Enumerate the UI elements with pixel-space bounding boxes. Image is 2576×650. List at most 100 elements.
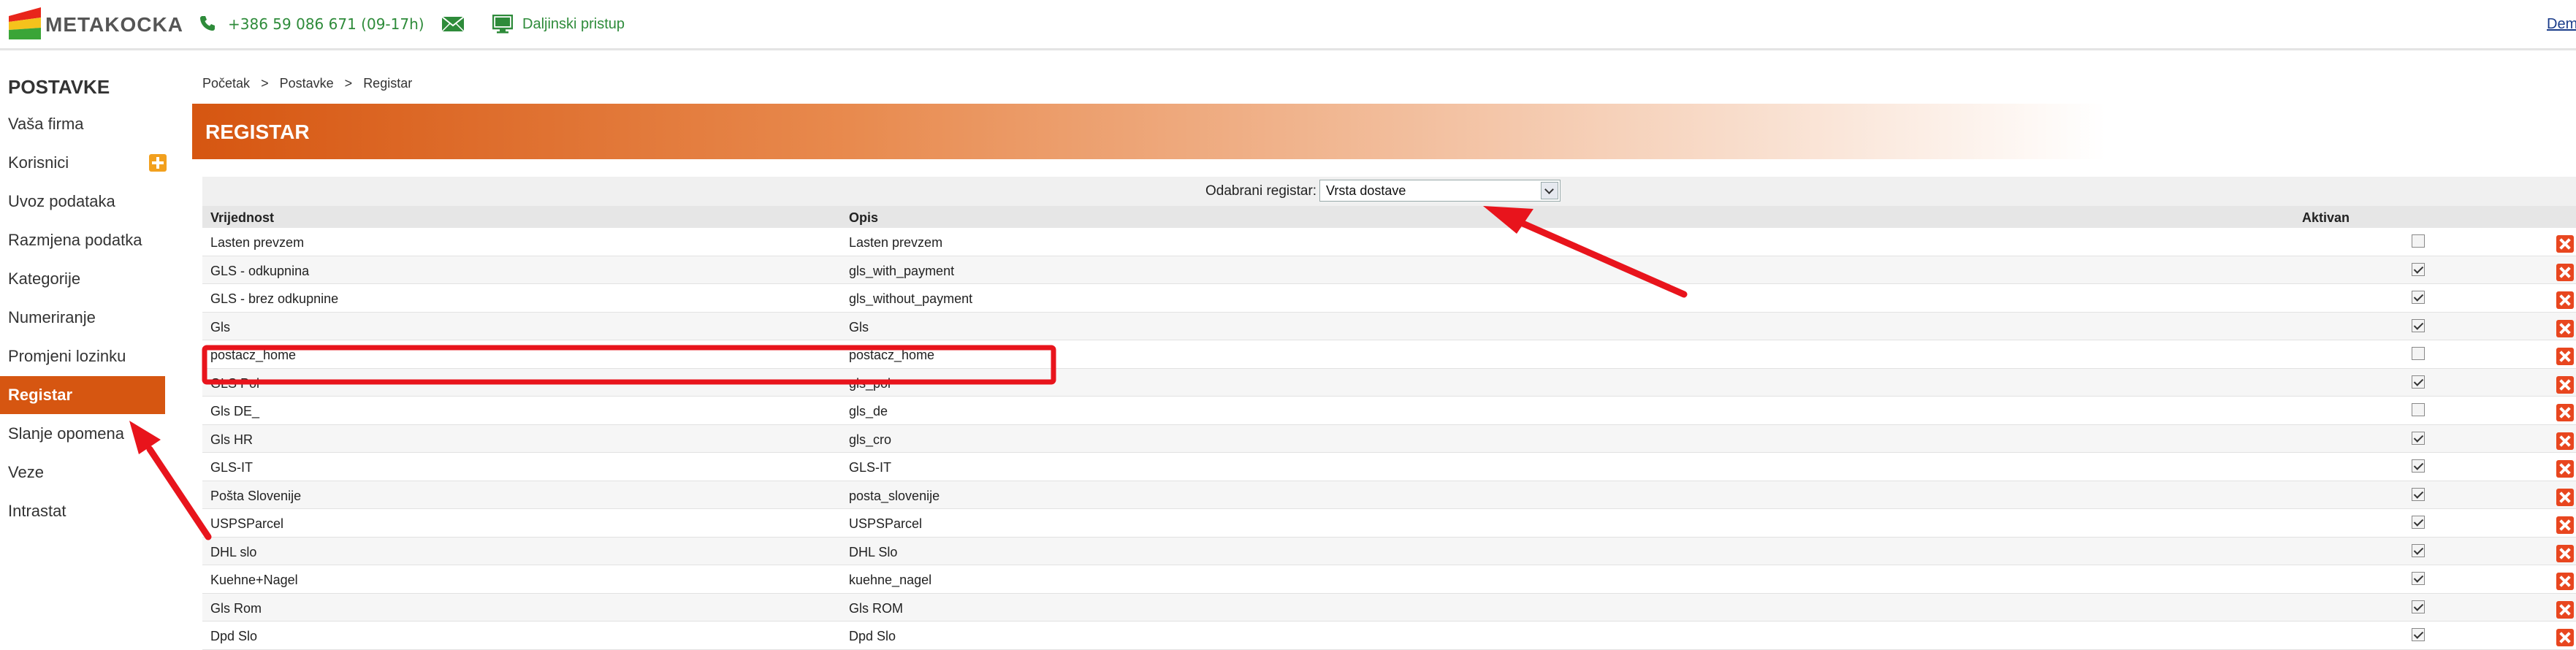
sidebar-item-send-reminders[interactable]: Slanje opomena bbox=[0, 415, 165, 453]
sidebar-item-categories[interactable]: Kategorije bbox=[0, 260, 165, 298]
cell-value[interactable]: Pošta Slovenije bbox=[210, 489, 301, 504]
table-row[interactable]: USPSParcel USPSParcel bbox=[202, 509, 2576, 538]
cell-value[interactable]: GLS-IT bbox=[210, 460, 253, 475]
active-checkbox[interactable] bbox=[2412, 262, 2425, 276]
delete-close-icon[interactable] bbox=[2556, 263, 2574, 281]
cell-value[interactable]: Gls HR bbox=[210, 432, 253, 448]
cell-description[interactable]: DHL Slo bbox=[849, 545, 897, 560]
sidebar-item-registry[interactable]: Registar bbox=[0, 376, 165, 414]
brand-name[interactable]: METAKOCKA bbox=[45, 13, 183, 37]
delete-close-icon[interactable] bbox=[2556, 516, 2574, 534]
cell-value[interactable]: Gls Rom bbox=[210, 601, 262, 616]
cell-value[interactable]: Lasten prevzem bbox=[210, 235, 304, 251]
breadcrumb-settings[interactable]: Postavke bbox=[280, 76, 334, 91]
active-checkbox[interactable] bbox=[2412, 487, 2425, 501]
table-row[interactable]: Pošta Slovenije posta_slovenije bbox=[202, 481, 2576, 509]
active-checkbox[interactable] bbox=[2412, 572, 2425, 585]
active-checkbox[interactable] bbox=[2412, 291, 2425, 304]
sidebar-item-connections[interactable]: Veze bbox=[0, 454, 165, 492]
cell-description[interactable]: posta_slovenije bbox=[849, 489, 940, 504]
cell-value[interactable]: GLS - brez odkupnine bbox=[210, 291, 338, 307]
monitor-icon[interactable] bbox=[492, 15, 513, 34]
table-row[interactable]: GLS-IT GLS-IT bbox=[202, 453, 2576, 481]
table-row[interactable]: DHL slo DHL Slo bbox=[202, 537, 2576, 565]
active-checkbox[interactable] bbox=[2412, 628, 2425, 641]
delete-close-icon[interactable] bbox=[2556, 460, 2574, 478]
sidebar-item-numbering[interactable]: Numeriranje bbox=[0, 299, 165, 337]
cell-value[interactable]: GLS - odkupnina bbox=[210, 264, 309, 279]
user-account-link[interactable]: Dem bbox=[2547, 16, 2576, 33]
sidebar-item-data-exchange[interactable]: Razmjena podatka bbox=[0, 221, 165, 259]
cell-description[interactable]: USPSParcel bbox=[849, 516, 922, 532]
table-row[interactable]: Gls HR gls_cro bbox=[202, 424, 2576, 453]
cell-description[interactable]: kuehne_nagel bbox=[849, 573, 931, 588]
table-row[interactable]: postacz_home postacz_home bbox=[202, 340, 2576, 369]
metakocka-logo-icon[interactable] bbox=[7, 6, 42, 41]
active-checkbox[interactable] bbox=[2412, 459, 2425, 473]
delete-close-icon[interactable] bbox=[2556, 235, 2574, 253]
mail-icon[interactable] bbox=[441, 16, 465, 32]
cell-value[interactable]: postacz_home bbox=[210, 348, 296, 363]
column-header-active[interactable]: Aktivan bbox=[2302, 210, 2350, 226]
cell-value[interactable]: Gls DE_ bbox=[210, 404, 259, 419]
sidebar-item-change-password[interactable]: Promjeni lozinku bbox=[0, 337, 165, 375]
cell-value[interactable]: Kuehne+Nagel bbox=[210, 573, 298, 588]
delete-close-icon[interactable] bbox=[2556, 375, 2574, 394]
delete-close-icon[interactable] bbox=[2556, 629, 2574, 646]
sidebar-item-data-import[interactable]: Uvoz podataka bbox=[0, 183, 165, 221]
cell-description[interactable]: gls_pol bbox=[849, 376, 891, 391]
active-checkbox[interactable] bbox=[2412, 375, 2425, 389]
cell-value[interactable]: DHL slo bbox=[210, 545, 256, 560]
column-header-value[interactable]: Vrijednost bbox=[210, 210, 274, 226]
table-row[interactable]: Gls Gls bbox=[202, 312, 2576, 340]
add-user-plus-icon[interactable] bbox=[149, 154, 167, 172]
cell-value[interactable]: Gls bbox=[210, 320, 230, 335]
table-row[interactable]: Lasten prevzem Lasten prevzem bbox=[202, 228, 2576, 256]
table-row[interactable]: GLS - odkupnina gls_with_payment bbox=[202, 256, 2576, 284]
cell-description[interactable]: Gls bbox=[849, 320, 869, 335]
cell-value[interactable]: Dpd Slo bbox=[210, 629, 257, 644]
active-checkbox[interactable] bbox=[2412, 600, 2425, 613]
table-row[interactable]: Dpd Slo Dpd Slo bbox=[202, 622, 2576, 650]
active-checkbox[interactable] bbox=[2412, 318, 2425, 332]
active-checkbox[interactable] bbox=[2412, 431, 2425, 445]
delete-close-icon[interactable] bbox=[2556, 319, 2574, 337]
cell-description[interactable]: gls_de bbox=[849, 404, 888, 419]
delete-close-icon[interactable] bbox=[2556, 432, 2574, 450]
chevron-down-icon[interactable] bbox=[1541, 182, 1558, 199]
active-checkbox[interactable] bbox=[2412, 403, 2425, 416]
cell-description[interactable]: Dpd Slo bbox=[849, 629, 896, 644]
cell-description[interactable]: Gls ROM bbox=[849, 601, 903, 616]
cell-description[interactable]: gls_without_payment bbox=[849, 291, 972, 307]
column-header-description[interactable]: Opis bbox=[849, 210, 878, 226]
delete-close-icon[interactable] bbox=[2556, 404, 2574, 421]
delete-close-icon[interactable] bbox=[2556, 348, 2574, 365]
delete-close-icon[interactable] bbox=[2556, 600, 2574, 619]
cell-description[interactable]: gls_cro bbox=[849, 432, 891, 448]
delete-close-icon[interactable] bbox=[2556, 291, 2574, 309]
delete-close-icon[interactable] bbox=[2556, 488, 2574, 506]
cell-description[interactable]: gls_with_payment bbox=[849, 264, 954, 279]
table-row[interactable]: Gls Rom Gls ROM bbox=[202, 593, 2576, 622]
active-checkbox[interactable] bbox=[2412, 234, 2425, 248]
cell-value[interactable]: GLS Pol bbox=[210, 376, 259, 391]
table-row[interactable]: Kuehne+Nagel kuehne_nagel bbox=[202, 565, 2576, 594]
sidebar-item-users[interactable]: Korisnici bbox=[0, 144, 165, 182]
active-checkbox[interactable] bbox=[2412, 543, 2425, 557]
registry-select[interactable]: Vrsta dostave bbox=[1319, 180, 1561, 202]
active-checkbox[interactable] bbox=[2412, 347, 2425, 360]
support-phone[interactable]: +386 59 086 671 (09-17h) bbox=[228, 15, 424, 33]
cell-description[interactable]: postacz_home bbox=[849, 348, 934, 363]
remote-access-link[interactable]: Daljinski pristup bbox=[522, 16, 625, 33]
cell-value[interactable]: USPSParcel bbox=[210, 516, 283, 532]
cell-description[interactable]: GLS-IT bbox=[849, 460, 891, 475]
delete-close-icon[interactable] bbox=[2556, 573, 2574, 590]
table-row[interactable]: GLS Pol gls_pol bbox=[202, 368, 2576, 397]
sidebar-item-company[interactable]: Vaša firma bbox=[0, 105, 165, 143]
delete-close-icon[interactable] bbox=[2556, 544, 2574, 562]
table-row[interactable]: GLS - brez odkupnine gls_without_payment bbox=[202, 284, 2576, 313]
active-checkbox[interactable] bbox=[2412, 516, 2425, 529]
sidebar-item-intrastat[interactable]: Intrastat bbox=[0, 492, 165, 530]
table-row[interactable]: Gls DE_ gls_de bbox=[202, 397, 2576, 425]
cell-description[interactable]: Lasten prevzem bbox=[849, 235, 942, 251]
